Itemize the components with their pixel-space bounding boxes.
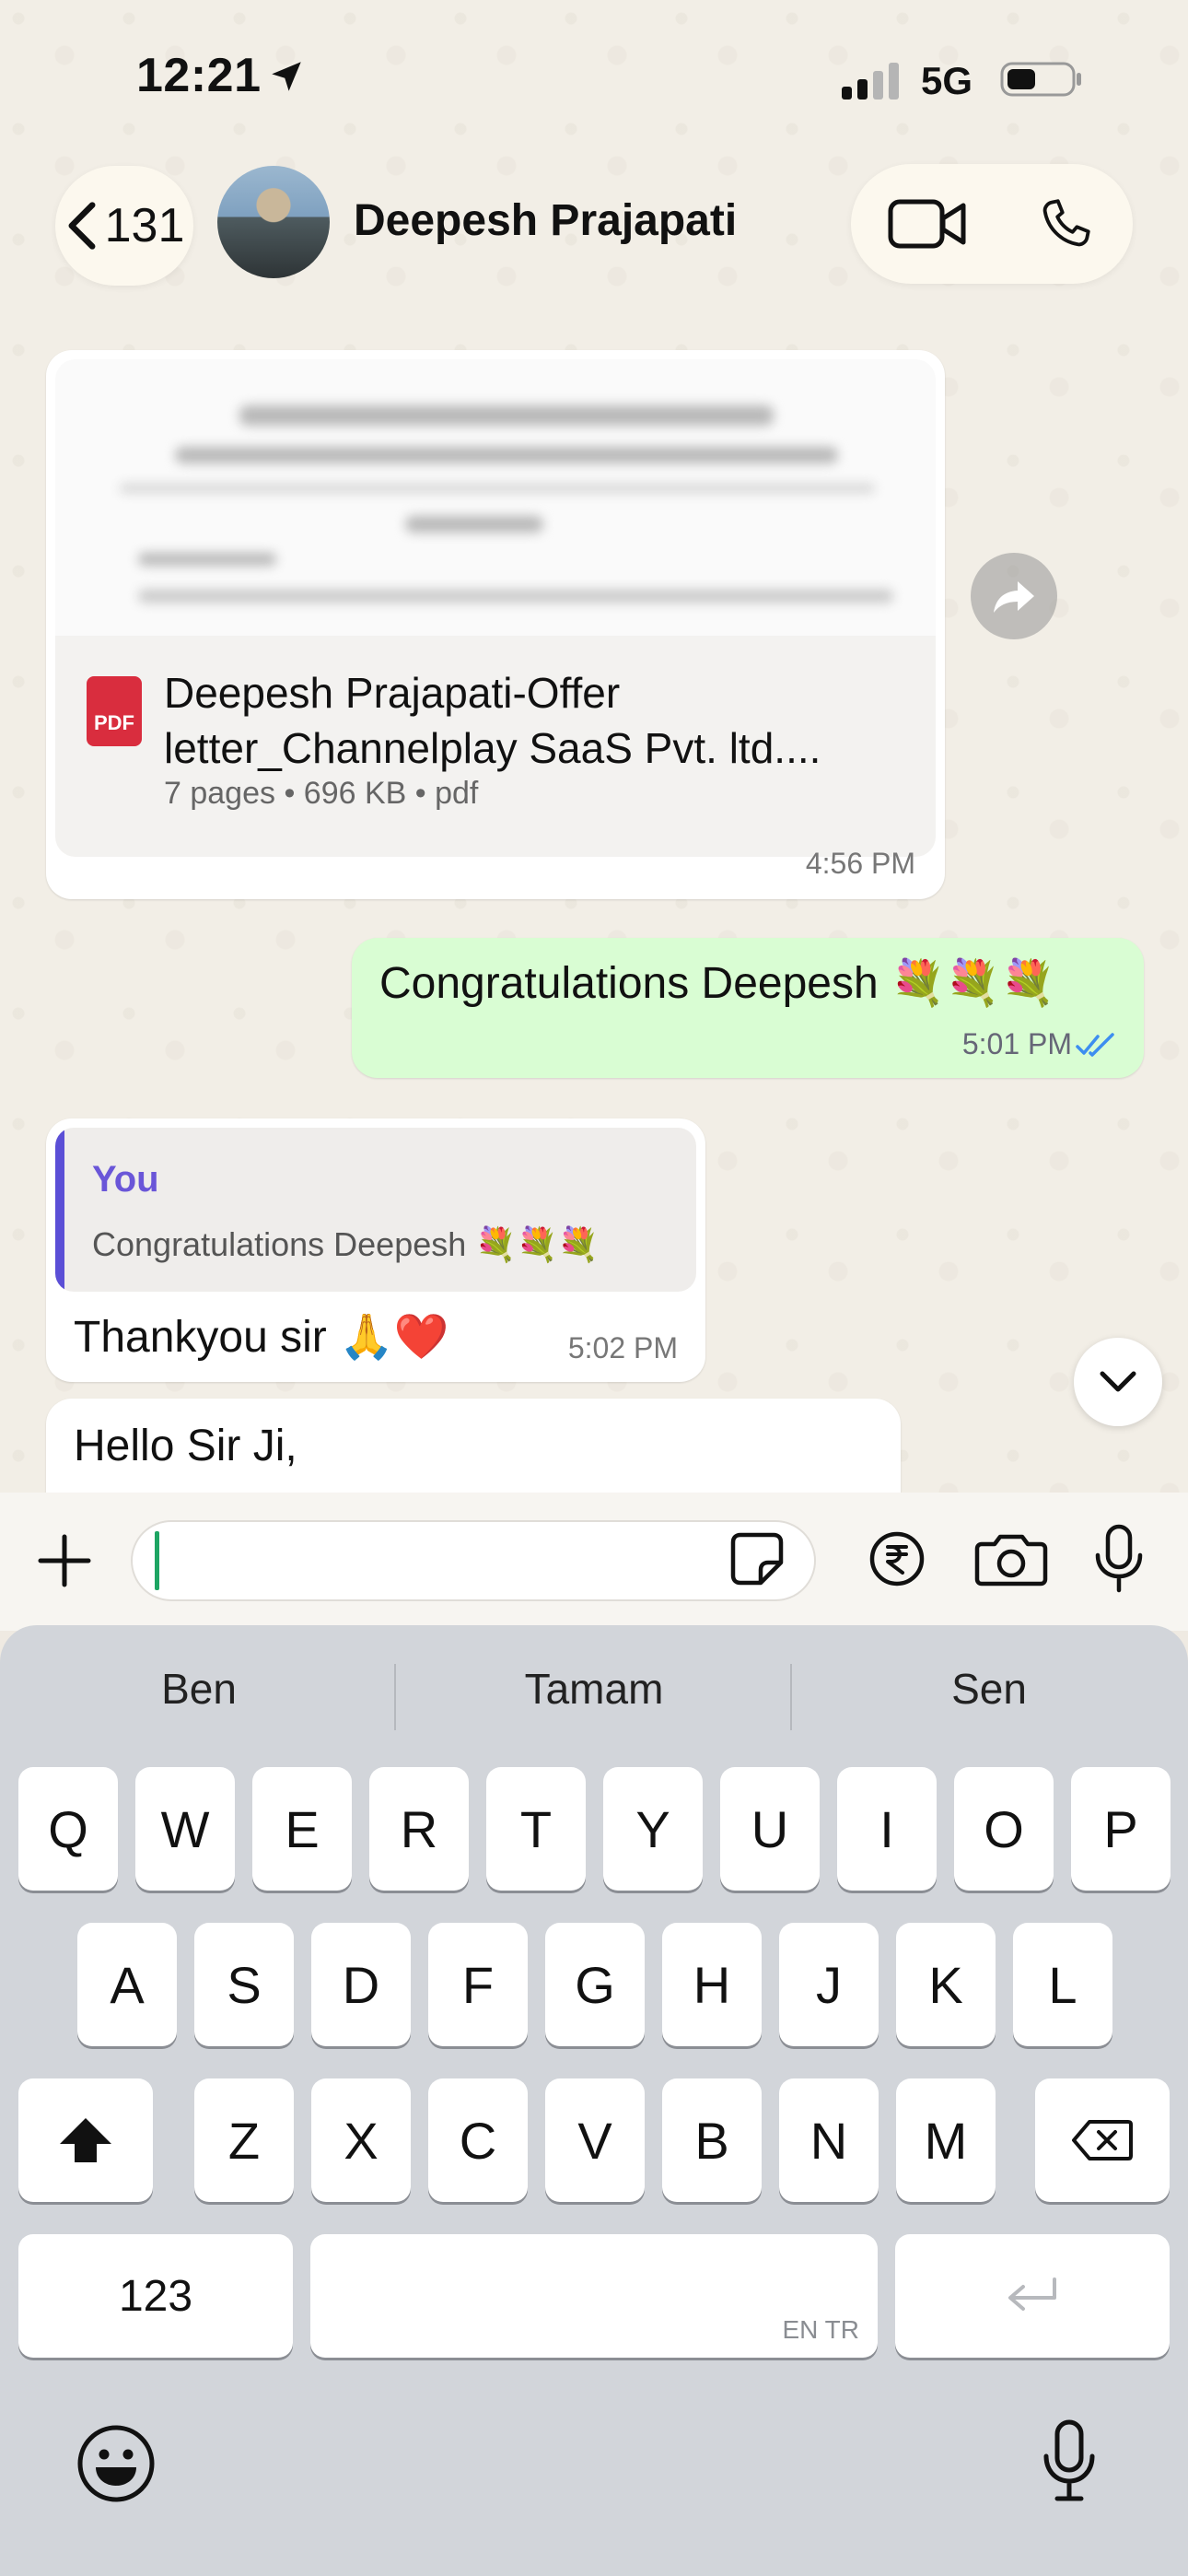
message-text: Thankyou sir 🙏❤️	[74, 1313, 449, 1362]
contact-avatar[interactable]	[217, 166, 330, 278]
message-text: Hello Sir Ji,	[74, 1422, 297, 1470]
shift-arrow-icon	[60, 2118, 111, 2162]
emoji-icon[interactable]	[76, 2423, 157, 2504]
back-button[interactable]: 131	[55, 166, 193, 286]
message-input[interactable]	[131, 1520, 816, 1601]
quote-author: You	[92, 1159, 159, 1200]
quote-text: Congratulations Deepesh 💐💐💐	[92, 1225, 600, 1263]
unread-count: 131	[104, 199, 185, 252]
key-b[interactable]: B	[662, 2078, 762, 2202]
text-cursor	[155, 1531, 159, 1590]
key-t[interactable]: T	[486, 1767, 586, 1891]
key-e[interactable]: E	[252, 1767, 352, 1891]
suggestion-divider	[790, 1664, 792, 1730]
backspace-icon	[1072, 2120, 1133, 2160]
suggestion-item[interactable]: Ben	[15, 1664, 383, 1714]
sticker-icon[interactable]	[728, 1529, 786, 1588]
key-o[interactable]: O	[954, 1767, 1054, 1891]
rupee-payment-icon[interactable]	[868, 1529, 926, 1588]
key-z[interactable]: Z	[194, 2078, 294, 2202]
suggestion-divider	[394, 1664, 396, 1730]
key-r[interactable]: R	[369, 1767, 469, 1891]
message-time: 5:02 PM	[567, 1331, 678, 1364]
document-info: PDF Deepesh Prajapati-Offer letter_Chann…	[55, 636, 936, 857]
key-p[interactable]: P	[1071, 1767, 1171, 1891]
microphone-icon[interactable]	[1090, 1524, 1147, 1594]
quoted-message[interactable]: You Congratulations Deepesh 💐💐💐	[55, 1128, 696, 1292]
cellular-signal-icon	[842, 63, 899, 100]
delete-key[interactable]	[1035, 2078, 1170, 2202]
chevron-left-icon	[68, 202, 96, 250]
status-bar: 12:21 5G	[0, 0, 1188, 157]
network-type: 5G	[921, 59, 973, 102]
key-w[interactable]: W	[135, 1767, 235, 1891]
return-key[interactable]	[895, 2234, 1170, 2358]
contact-name[interactable]: Deepesh Prajapati	[354, 195, 737, 246]
plus-icon[interactable]	[35, 1531, 94, 1590]
key-j[interactable]: J	[779, 1923, 879, 2046]
space-bar[interactable]: EN TR	[310, 2234, 878, 2358]
read-receipt-icon	[1076, 1033, 1114, 1057]
document-name: Deepesh Prajapati-Offer letter_Channelpl…	[164, 669, 821, 772]
key-g[interactable]: G	[545, 1923, 645, 2046]
video-call-icon[interactable]	[888, 196, 967, 252]
key-k[interactable]: K	[896, 1923, 996, 2046]
document-preview	[55, 359, 936, 636]
key-x[interactable]: X	[311, 2078, 411, 2202]
key-s[interactable]: S	[194, 1923, 294, 2046]
key-i[interactable]: I	[837, 1767, 937, 1891]
key-n[interactable]: N	[779, 2078, 879, 2202]
message-text: Congratulations Deepesh 💐💐💐	[379, 959, 1056, 1008]
key-q[interactable]: Q	[18, 1767, 118, 1891]
key-y[interactable]: Y	[603, 1767, 703, 1891]
message-time: 5:01 PM	[961, 1027, 1072, 1060]
call-actions	[851, 164, 1133, 284]
battery-icon	[1000, 62, 1081, 97]
suggestion-bar: Ben Tamam Sen	[0, 1625, 1188, 1763]
quote-bar	[55, 1128, 64, 1292]
voice-call-icon[interactable]	[1035, 193, 1096, 254]
key-l[interactable]: L	[1013, 1923, 1112, 2046]
suggestion-item[interactable]: Sen	[805, 1664, 1173, 1714]
dictation-microphone-icon[interactable]	[1041, 2419, 1098, 2504]
return-arrow-icon	[1008, 2277, 1056, 2311]
key-v[interactable]: V	[545, 2078, 645, 2202]
suggestion-item[interactable]: Tamam	[410, 1664, 778, 1714]
incoming-reply-message[interactable]: You Congratulations Deepesh 💐💐💐 Thankyou…	[46, 1118, 705, 1382]
camera-icon[interactable]	[974, 1529, 1048, 1588]
key-m[interactable]: M	[896, 2078, 996, 2202]
pdf-file-icon: PDF	[87, 676, 142, 746]
location-arrow-icon	[272, 62, 301, 91]
key-f[interactable]: F	[428, 1923, 528, 2046]
document-meta: 7 pages • 696 KB • pdf	[164, 776, 479, 811]
key-a[interactable]: A	[77, 1923, 177, 2046]
key-u[interactable]: U	[720, 1767, 820, 1891]
forward-arrow-icon	[994, 581, 1034, 613]
shift-key[interactable]	[18, 2078, 153, 2202]
status-time: 12:21	[136, 49, 262, 102]
forward-button[interactable]	[971, 553, 1057, 639]
scroll-to-bottom-button[interactable]	[1074, 1338, 1162, 1426]
space-language-label: EN TR	[782, 2315, 860, 2344]
key-c[interactable]: C	[428, 2078, 528, 2202]
key-h[interactable]: H	[662, 1923, 762, 2046]
chevron-down-icon	[1100, 1371, 1136, 1392]
message-time: 4:56 PM	[805, 847, 915, 880]
key-d[interactable]: D	[311, 1923, 411, 2046]
outgoing-message[interactable]: Congratulations Deepesh 💐💐💐 5:01 PM	[352, 938, 1144, 1078]
numbers-key[interactable]: 123	[18, 2234, 293, 2358]
document-message[interactable]: PDF Deepesh Prajapati-Offer letter_Chann…	[46, 350, 945, 899]
